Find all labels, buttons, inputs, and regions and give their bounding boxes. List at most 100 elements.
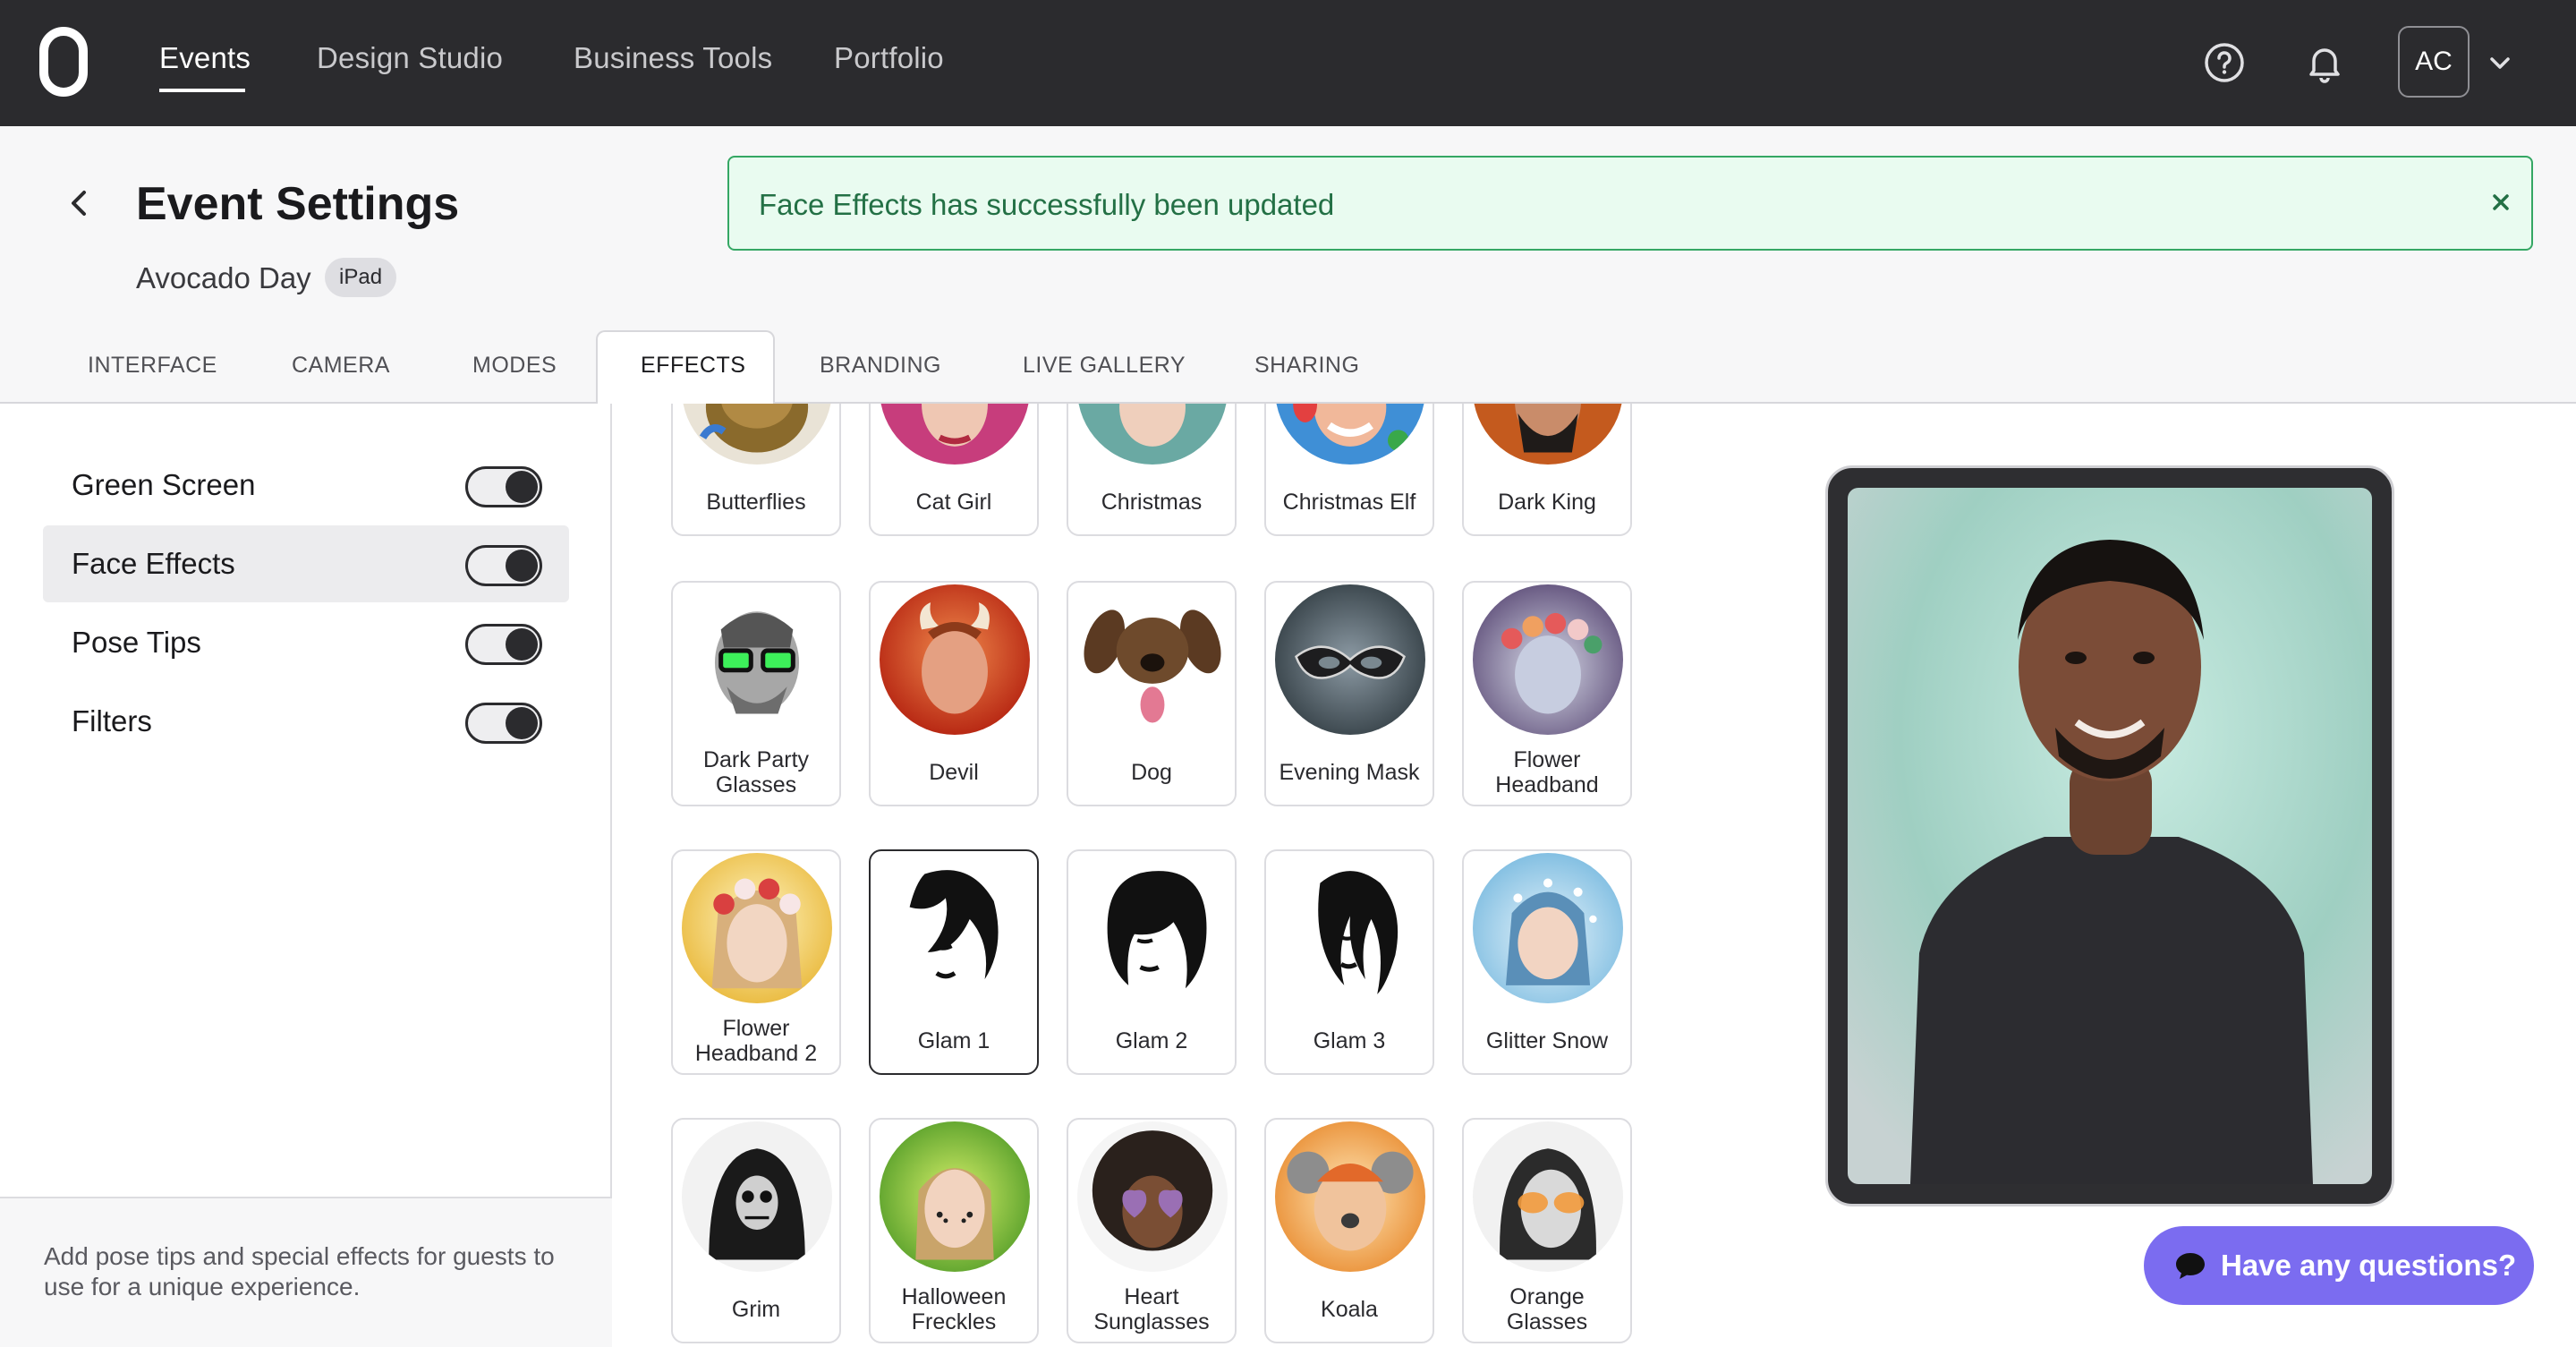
top-nav: Events Design Studio Business Tools Port… [0,0,2576,126]
effect-label: Christmas [1101,490,1203,515]
heart-sunglasses-thumbnail [1077,1121,1228,1272]
tab-effects[interactable]: EFFECTS [641,353,745,379]
effect-label: Koala [1321,1297,1378,1322]
effect-card-dog[interactable]: Dog [1067,581,1237,806]
page-title: Event Settings [136,178,460,230]
effect-label: Orange Glasses [1506,1284,1588,1334]
back-arrow-icon[interactable] [59,183,98,223]
effect-label: Glam 2 [1115,1028,1188,1053]
chevron-down-icon[interactable] [2484,47,2516,79]
tab-live-gallery[interactable]: LIVE GALLERY [1023,353,1186,379]
glam-1-thumbnail [880,853,1030,1003]
halloween-freckles-thumbnail [880,1121,1030,1272]
effect-card-flower-headband-2[interactable]: Flower Headband 2 [671,849,841,1075]
feature-label: Filters [72,704,152,737]
pose-tips-toggle[interactable] [465,624,542,665]
dark-king-thumbnail [1473,404,1623,465]
devil-thumbnail [880,584,1030,735]
tab-interface[interactable]: INTERFACE [88,353,217,379]
chat-label: Have any questions? [2221,1249,2517,1282]
effect-card-butterflies[interactable]: Butterflies [671,404,841,536]
effect-card-orange-glasses[interactable]: Orange Glasses [1462,1118,1632,1343]
device-badge: iPad [325,258,397,297]
orange-glasses-thumbnail [1473,1121,1623,1272]
effect-card-evening-mask[interactable]: Evening Mask [1264,581,1434,806]
tab-sharing[interactable]: SHARING [1254,353,1359,379]
tab-branding[interactable]: BRANDING [820,353,941,379]
effect-label: Glam 3 [1313,1028,1386,1053]
christmas-elf-thumbnail [1275,404,1425,465]
preview-photo [1848,488,2372,1184]
help-icon[interactable] [2198,36,2251,90]
feature-label: Pose Tips [72,626,201,659]
effect-card-christmas-elf[interactable]: Christmas Elf [1264,404,1434,536]
bell-icon[interactable] [2298,36,2351,90]
effect-label: Dog [1131,760,1172,785]
evening-mask-thumbnail [1275,584,1425,735]
effect-card-devil[interactable]: Devil [869,581,1039,806]
christmas-thumbnail [1077,404,1228,465]
nav-portfolio[interactable]: Portfolio [834,41,944,75]
effect-card-glitter-snow[interactable]: Glitter Snow [1462,849,1632,1075]
effect-card-heart-sunglasses[interactable]: Heart Sunglasses [1067,1118,1237,1343]
face-effects-toggle[interactable] [465,545,542,586]
feature-row-face-effects[interactable]: Face Effects [43,525,569,602]
effect-card-christmas[interactable]: Christmas [1067,404,1237,536]
feature-row-filters[interactable]: Filters [43,683,569,760]
toast-message: Face Effects has successfully been updat… [759,188,1335,221]
effects-grid[interactable]: Butterflies Cat Girl Christmas Christmas… [614,404,1714,1347]
effect-card-flower-headband[interactable]: Flower Headband [1462,581,1632,806]
butterflies-thumbnail [682,404,832,465]
app-logo[interactable] [39,27,88,97]
effect-card-koala[interactable]: Koala [1264,1118,1434,1343]
effect-label: Dark King [1498,490,1596,515]
effect-card-glam-3[interactable]: Glam 3 [1264,849,1434,1075]
effect-card-grim[interactable]: Grim [671,1118,841,1343]
effect-card-halloween-freckles[interactable]: Halloween Freckles [869,1118,1039,1343]
event-name: Avocado Day [136,261,311,294]
effect-card-dark-king[interactable]: Dark King [1462,404,1632,536]
nav-business-tools[interactable]: Business Tools [574,41,772,75]
effect-label: Dark Party Glasses [702,747,810,797]
feature-row-pose-tips[interactable]: Pose Tips [43,604,569,681]
tab-camera[interactable]: CAMERA [292,353,390,379]
effect-label: Devil [929,760,979,785]
ipad-preview [1825,465,2394,1206]
green-screen-toggle[interactable] [465,466,542,507]
user-avatar[interactable]: AC [2398,26,2470,98]
glam-3-thumbnail [1275,853,1425,1003]
success-toast: Face Effects has successfully been updat… [727,156,2533,251]
feature-row-green-screen[interactable]: Green Screen [43,447,569,524]
dog-thumbnail [1077,584,1228,735]
nav-events[interactable]: Events [159,41,251,75]
filters-toggle[interactable] [465,703,542,744]
feature-label: Face Effects [72,547,235,580]
glitter-snow-thumbnail [1473,853,1623,1003]
help-chat-button[interactable]: Have any questions? [2144,1226,2534,1305]
tab-modes[interactable]: MODES [472,353,557,379]
effect-card-cat-girl[interactable]: Cat Girl [869,404,1039,536]
effect-label: Heart Sunglasses [1093,1284,1210,1334]
chat-bubble-icon [2176,1253,2205,1279]
effect-card-glam-1[interactable]: Glam 1 [869,849,1039,1075]
grim-thumbnail [682,1121,832,1272]
flower-headband-thumbnail [1473,584,1623,735]
feature-label: Green Screen [72,468,256,501]
effect-label: Glam 1 [917,1028,990,1053]
dark-party-glasses-thumbnail [682,584,832,735]
nav-design-studio[interactable]: Design Studio [317,41,503,75]
effect-label: Flower Headband [1495,747,1599,797]
effect-card-glam-2[interactable]: Glam 2 [1067,849,1237,1075]
effect-label: Glitter Snow [1485,1028,1609,1053]
effect-label: Grim [731,1297,781,1322]
flower-headband-2-thumbnail [682,853,832,1003]
effect-label: Flower Headband 2 [694,1016,818,1066]
koala-thumbnail [1275,1121,1425,1272]
helper-box: Add pose tips and special effects for gu… [0,1197,612,1347]
effect-card-dark-party-glasses[interactable]: Dark Party Glasses [671,581,841,806]
close-icon[interactable] [2483,184,2519,220]
effect-label: Cat Girl [915,490,992,515]
helper-text: Add pose tips and special effects for gu… [44,1242,555,1300]
effect-label: Halloween Freckles [901,1284,1007,1334]
cat-girl-thumbnail [880,404,1030,465]
